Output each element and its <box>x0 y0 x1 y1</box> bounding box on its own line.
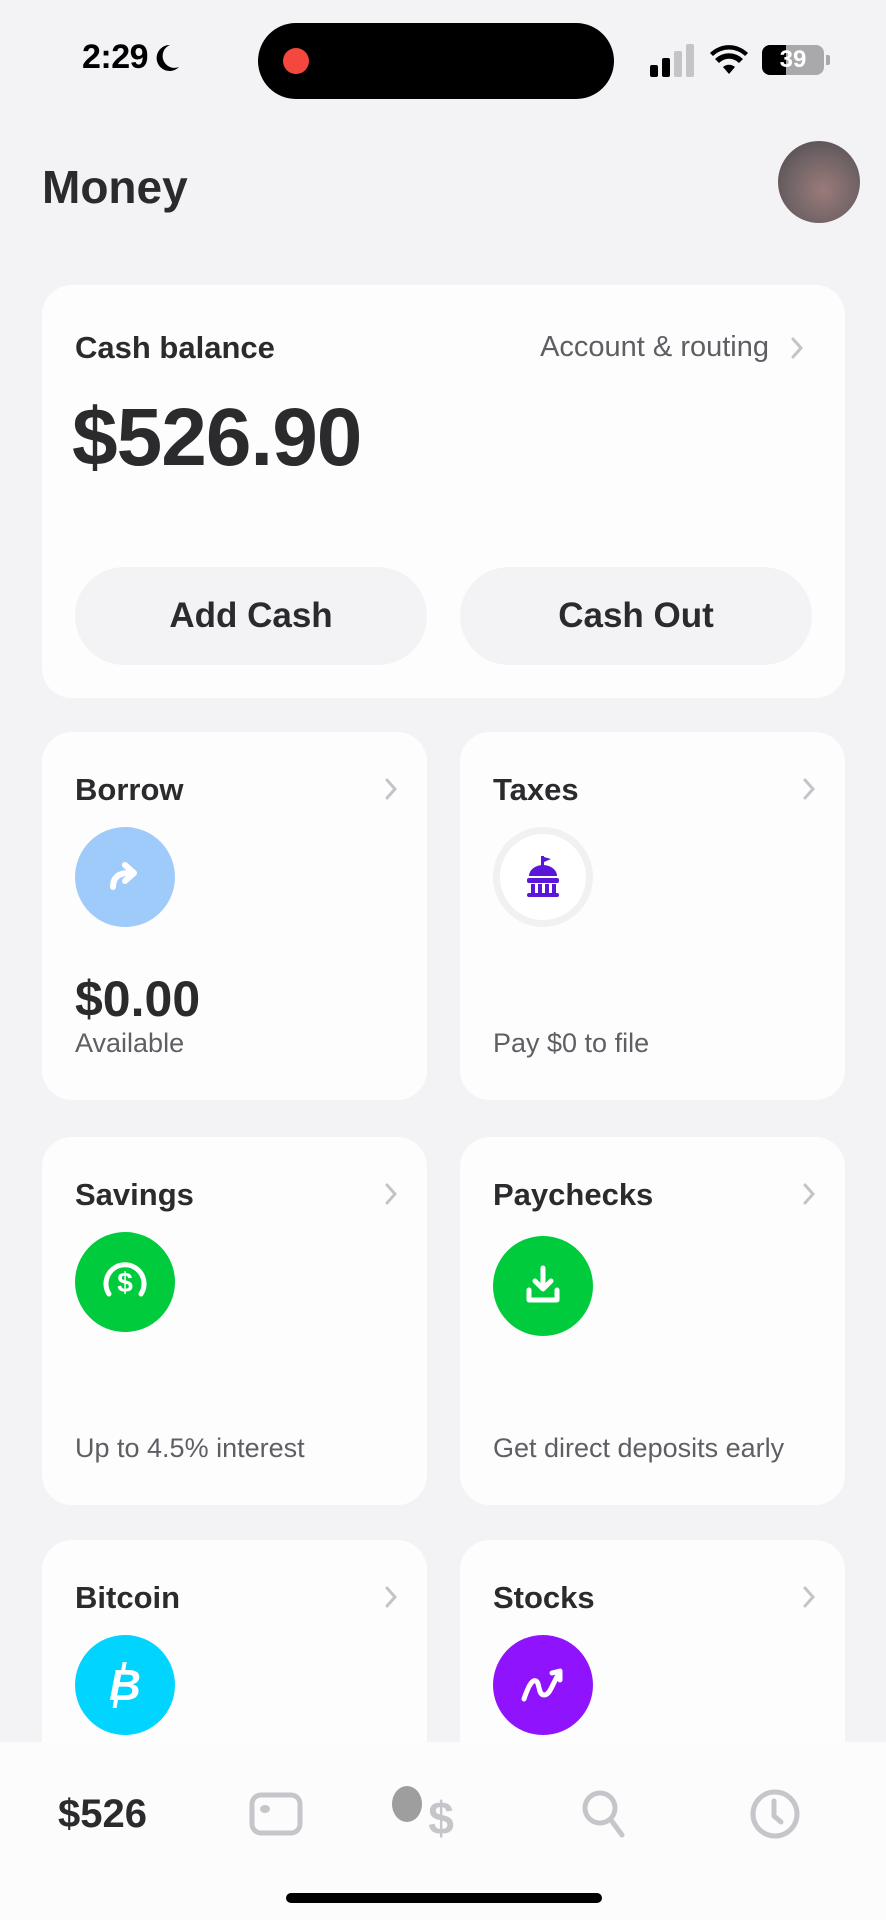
tile-title: Bitcoin <box>75 1580 181 1615</box>
chevron-right-icon <box>385 1183 397 1205</box>
tab-money[interactable]: $526 <box>58 1782 147 1846</box>
download-tray-icon <box>493 1236 593 1336</box>
battery-cap <box>826 55 830 65</box>
tile-subtitle: Up to 4.5% interest <box>75 1433 305 1463</box>
status-time: 2:29 <box>82 38 180 77</box>
tab-activity[interactable] <box>748 1782 802 1846</box>
cash-balance-amount: $526.90 <box>72 392 362 483</box>
account-routing-label: Account & routing <box>540 331 769 363</box>
borrow-amount: $0.00 <box>75 971 201 1027</box>
card-icon <box>249 1792 303 1836</box>
dollar-pay-icon: $ <box>392 1786 454 1844</box>
battery-percent: 39 <box>779 46 807 73</box>
moon-icon <box>156 44 180 71</box>
tile-subtitle: Pay $0 to file <box>493 1028 650 1058</box>
home-indicator[interactable] <box>286 1893 602 1903</box>
savings-dollar-icon: $ <box>75 1232 175 1332</box>
add-cash-button[interactable]: Add Cash <box>75 567 427 665</box>
account-routing-link[interactable]: Account & routing <box>540 331 803 364</box>
bitcoin-icon: B <box>75 1635 175 1735</box>
svg-text:$: $ <box>428 1792 454 1844</box>
cash-out-button[interactable]: Cash Out <box>460 567 812 665</box>
tile-title: Taxes <box>493 772 579 807</box>
tab-pay[interactable]: $ <box>385 1782 465 1846</box>
status-indicators: 39 <box>650 43 830 77</box>
cash-balance-label: Cash balance <box>75 330 275 365</box>
tab-card[interactable] <box>248 1782 304 1846</box>
chevron-right-icon <box>385 1586 397 1608</box>
paychecks-tile[interactable]: Paychecks Get direct deposits early <box>460 1137 845 1505</box>
tile-title: Stocks <box>493 1580 595 1615</box>
taxes-tile[interactable]: Taxes Pay $0 to file <box>460 732 845 1100</box>
tab-search[interactable] <box>580 1782 630 1846</box>
capitol-building-icon <box>493 827 593 927</box>
profile-avatar[interactable] <box>778 141 860 223</box>
borrow-tile[interactable]: Borrow $0.00 Available <box>42 732 427 1100</box>
tile-title: Borrow <box>75 772 184 807</box>
chevron-right-icon <box>803 1586 815 1608</box>
cellular-signal-icon <box>650 44 694 77</box>
clock-text: 2:29 <box>82 38 149 76</box>
wifi-icon <box>710 45 748 74</box>
tile-subtitle: Available <box>75 1028 185 1058</box>
cash-balance-card: Cash balance Account & routing $526.90 A… <box>42 285 845 698</box>
clock-icon <box>750 1789 800 1839</box>
page-title: Money <box>42 161 188 213</box>
chevron-right-icon <box>385 778 397 800</box>
svg-text:$: $ <box>117 1267 133 1298</box>
search-icon <box>582 1790 625 1838</box>
chevron-right-icon <box>803 778 815 800</box>
dynamic-island <box>258 23 614 99</box>
chevron-right-icon <box>803 1183 815 1205</box>
chevron-right-icon <box>791 337 803 358</box>
stocks-trend-icon <box>493 1635 593 1735</box>
tile-title: Paychecks <box>493 1177 654 1212</box>
battery-icon: 39 <box>762 45 824 75</box>
recording-indicator-icon <box>283 48 309 74</box>
tile-title: Savings <box>75 1177 194 1212</box>
tile-subtitle: Get direct deposits early <box>493 1433 785 1463</box>
arrow-forward-icon <box>75 827 175 927</box>
savings-tile[interactable]: Savings $ Up to 4.5% interest <box>42 1137 427 1505</box>
